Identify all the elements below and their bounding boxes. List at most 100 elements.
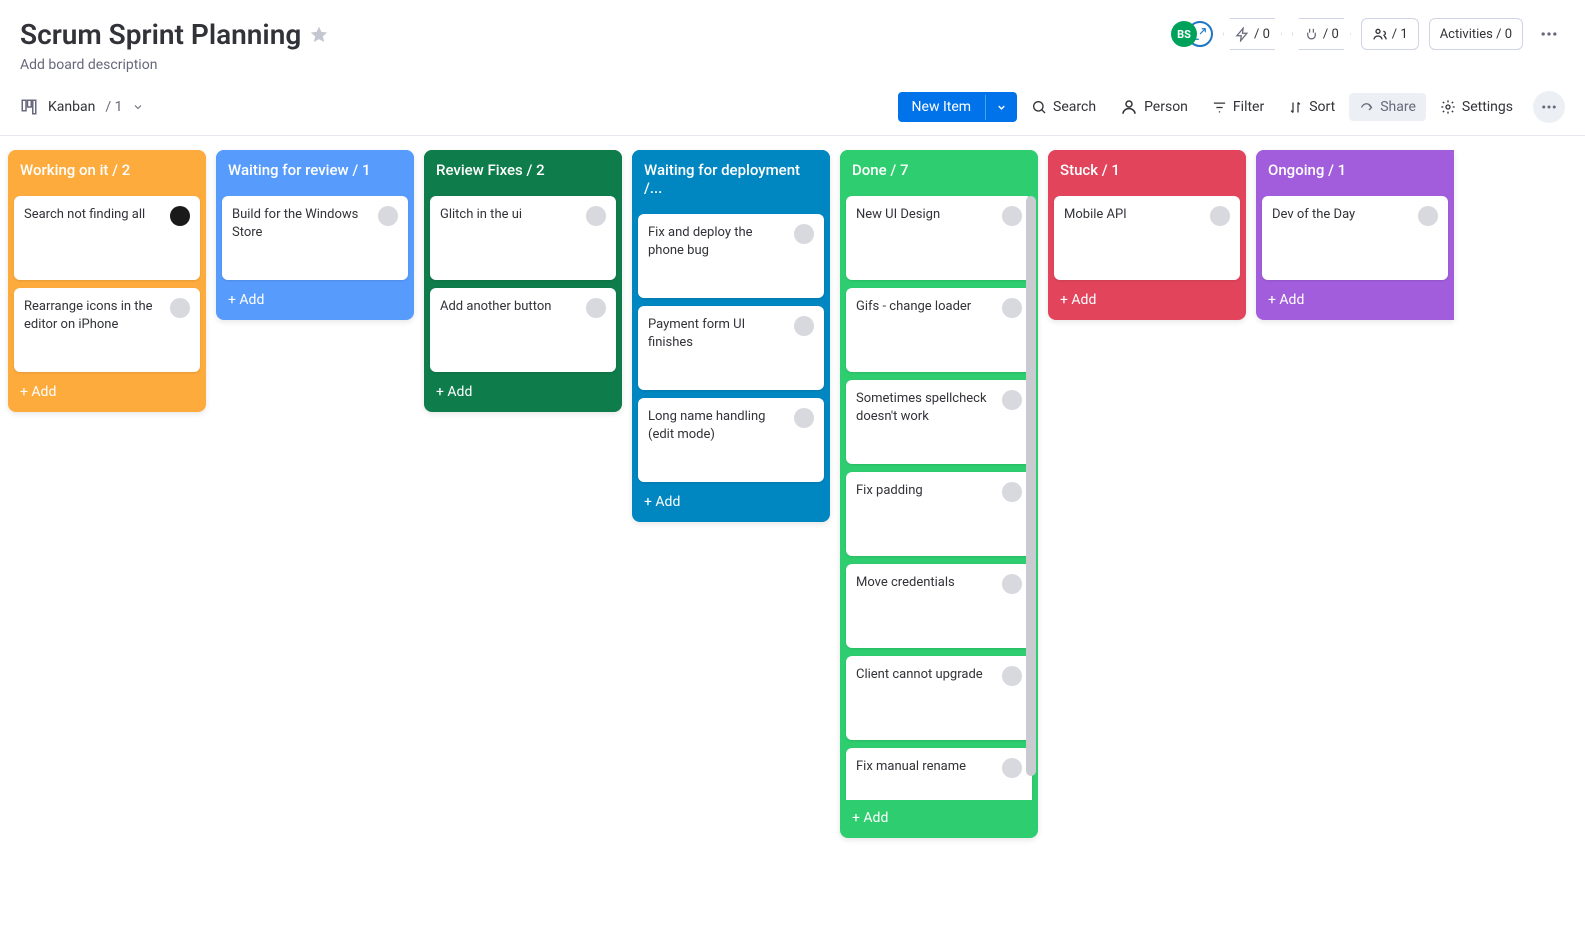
add-card-button[interactable]: + Add [1256,282,1454,320]
assignee-avatar[interactable] [1210,206,1230,226]
assignee-avatar[interactable] [1002,666,1022,686]
view-switcher[interactable]: Kanban / 1 [20,98,144,116]
column-header[interactable]: Stuck / 1 [1048,150,1246,190]
add-card-button[interactable]: + Add [1048,282,1246,320]
integrations-pill[interactable]: / 0 [1292,18,1351,50]
card-title: Rearrange icons in the editor on iPhone [24,298,164,362]
search-button[interactable]: Search [1021,93,1106,121]
column-header[interactable]: Waiting for deployment /... [632,150,830,208]
assignee-avatar[interactable] [1002,574,1022,594]
member-avatars[interactable]: BS [1171,21,1213,47]
card-title: Gifs - change loader [856,298,996,362]
kanban-card[interactable]: Move credentials [846,564,1032,648]
kanban-column: Stuck / 1 Mobile API + Add [1048,150,1246,320]
add-card-button[interactable]: + Add [632,484,830,522]
column-cards: Build for the Windows Store [216,190,414,282]
gear-icon [1440,99,1456,115]
kanban-column: Review Fixes / 2 Glitch in the ui Add anot… [424,150,622,412]
card-title: Add another button [440,298,580,362]
person-button[interactable]: Person [1110,92,1198,122]
assignee-avatar[interactable] [170,206,190,226]
column-header[interactable]: Working on it / 2 [8,150,206,190]
star-icon[interactable] [309,25,329,45]
chevron-down-icon [132,101,144,113]
card-title: Fix and deploy the phone bug [648,224,788,288]
add-card-button[interactable]: + Add [8,374,206,412]
column-cards: Glitch in the ui Add another button [424,190,622,374]
card-title: Search not finding all [24,206,164,270]
sort-button[interactable]: Sort [1278,93,1345,121]
settings-button[interactable]: Settings [1430,93,1523,121]
kanban-card[interactable]: Mobile API [1054,196,1240,280]
column-cards: Search not finding all Rearrange icons in… [8,190,206,374]
card-title: Move credentials [856,574,996,638]
kanban-card[interactable]: Long name handling (edit mode) [638,398,824,482]
assignee-avatar[interactable] [794,408,814,428]
share-icon [1359,100,1374,115]
kanban-icon [20,98,38,116]
new-item-button[interactable]: New Item [898,92,1018,122]
card-title: Dev of the Day [1272,206,1412,270]
column-cards: Dev of the Day [1256,190,1454,282]
column-header[interactable]: Waiting for review / 1 [216,150,414,190]
column-cards: Fix and deploy the phone bug Payment form… [632,208,830,484]
kanban-card[interactable]: Sometimes spellcheck doesn't work [846,380,1032,464]
card-title: Fix padding [856,482,996,546]
assignee-avatar[interactable] [794,316,814,336]
members-count: / 1 [1392,27,1408,42]
new-item-dropdown[interactable] [985,95,1017,120]
share-button[interactable]: Share [1349,93,1426,121]
avatar-bs: BS [1171,21,1197,47]
scrollbar-thumb[interactable] [1026,196,1036,776]
kanban-card[interactable]: Search not finding all [14,196,200,280]
kanban-card[interactable]: Add another button [430,288,616,372]
filter-button[interactable]: Filter [1202,93,1274,121]
add-card-button[interactable]: + Add [216,282,414,320]
kanban-card[interactable]: Gifs - change loader [846,288,1032,372]
kanban-column: Ongoing / 1 Dev of the Day + Add [1256,150,1454,320]
kanban-card[interactable]: Client cannot upgrade [846,656,1032,740]
board-title[interactable]: Scrum Sprint Planning [20,18,301,51]
add-card-button[interactable]: + Add [424,374,622,412]
kanban-board: Working on it / 2 Search not finding all R… [0,136,1585,862]
assignee-avatar[interactable] [794,224,814,244]
card-title: Payment form UI finishes [648,316,788,380]
column-cards: New UI Design Gifs - change loader Sometim… [840,190,1038,800]
assignee-avatar[interactable] [1002,482,1022,502]
column-header[interactable]: Done / 7 [840,150,1038,190]
column-header[interactable]: Review Fixes / 2 [424,150,622,190]
assignee-avatar[interactable] [1002,758,1022,778]
assignee-avatar[interactable] [586,298,606,318]
card-title: Client cannot upgrade [856,666,996,730]
toolbar-more-icon[interactable] [1533,91,1565,123]
header-more-icon[interactable] [1533,18,1565,50]
plug-count: / 0 [1323,27,1339,42]
column-header[interactable]: Ongoing / 1 [1256,150,1454,190]
activities-button[interactable]: Activities / 0 [1429,18,1523,50]
card-title: Build for the Windows Store [232,206,372,270]
board-description[interactable]: Add board description [20,57,329,73]
members-button[interactable]: / 1 [1361,18,1419,50]
assignee-avatar[interactable] [1002,206,1022,226]
assignee-avatar[interactable] [378,206,398,226]
kanban-card[interactable]: Rearrange icons in the editor on iPhone [14,288,200,372]
filter-icon [1212,100,1227,115]
kanban-card[interactable]: Fix and deploy the phone bug [638,214,824,298]
assignee-avatar[interactable] [1418,206,1438,226]
kanban-card[interactable]: Fix padding [846,472,1032,556]
kanban-card[interactable]: Payment form UI finishes [638,306,824,390]
kanban-card[interactable]: Glitch in the ui [430,196,616,280]
chevron-down-icon [996,102,1007,113]
assignee-avatar[interactable] [1002,390,1022,410]
add-card-button[interactable]: + Add [840,800,1038,838]
kanban-card[interactable]: Build for the Windows Store [222,196,408,280]
kanban-card[interactable]: Fix manual rename [846,748,1032,800]
kanban-card[interactable]: Dev of the Day [1262,196,1448,280]
assignee-avatar[interactable] [1002,298,1022,318]
kanban-card[interactable]: New UI Design [846,196,1032,280]
automations-pill[interactable]: / 0 [1223,18,1282,50]
assignee-avatar[interactable] [586,206,606,226]
assignee-avatar[interactable] [170,298,190,318]
card-title: Sometimes spellcheck doesn't work [856,390,996,454]
card-title: Mobile API [1064,206,1204,270]
